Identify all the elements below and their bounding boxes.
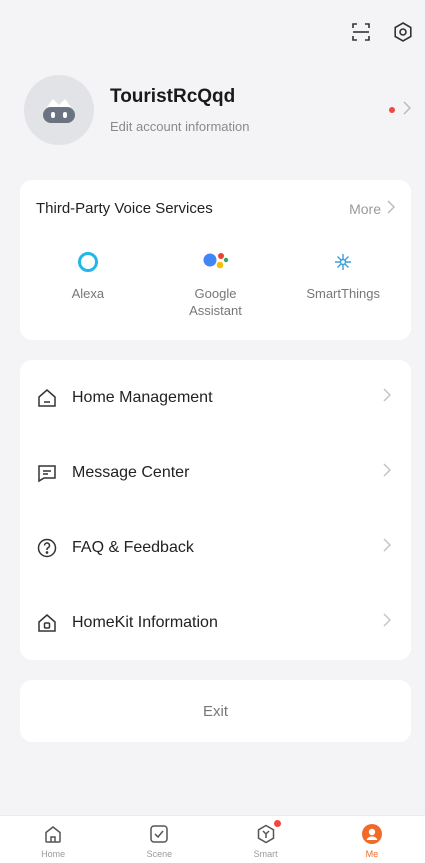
- voice-services-list: Alexa Google Assistant SmartThings: [20, 249, 411, 319]
- voice-service-label: Google Assistant: [189, 286, 242, 318]
- menu-item-label: FAQ & Feedback: [72, 538, 194, 556]
- voice-service-google-assistant[interactable]: Google Assistant: [152, 249, 280, 319]
- me-tab-icon: [361, 822, 383, 846]
- chevron-right-icon: [383, 463, 392, 482]
- profile-section[interactable]: TouristRcQqd Edit account information: [24, 72, 412, 148]
- homekit-icon: [36, 612, 58, 634]
- tab-me[interactable]: Me: [342, 822, 402, 859]
- smart-tab-icon: [255, 820, 281, 846]
- tab-label: Scene: [146, 849, 173, 859]
- tab-label: Me: [365, 849, 379, 859]
- tab-smart[interactable]: Smart: [236, 820, 296, 859]
- scene-tab-icon: [148, 822, 170, 846]
- voice-service-label: SmartThings: [306, 286, 381, 301]
- menu-item-home-management[interactable]: Home Management: [20, 360, 411, 435]
- exit-label: Exit: [202, 702, 228, 720]
- avatar[interactable]: [24, 75, 94, 145]
- tab-home[interactable]: Home: [23, 822, 83, 859]
- menu-item-homekit-information[interactable]: HomeKit Information: [20, 585, 411, 660]
- exit-button[interactable]: Exit: [20, 680, 411, 742]
- menu-item-message-center[interactable]: Message Center: [20, 435, 411, 510]
- message-icon: [36, 462, 58, 484]
- menu-item-label: Home Management: [72, 388, 213, 406]
- profile-name: TouristRcQqd: [110, 86, 236, 107]
- tab-label: Smart: [253, 849, 278, 859]
- smartthings-icon: [332, 249, 354, 275]
- voice-service-label: Alexa: [71, 286, 105, 301]
- edit-account-link[interactable]: Edit account information: [110, 119, 389, 134]
- chevron-right-icon: [383, 388, 392, 407]
- tab-label: Home: [41, 849, 66, 859]
- menu-item-faq-feedback[interactable]: FAQ & Feedback: [20, 510, 411, 585]
- more-label: More: [349, 200, 381, 217]
- chevron-right-icon[interactable]: [403, 100, 412, 120]
- voice-service-alexa[interactable]: Alexa: [24, 249, 152, 319]
- question-icon: [36, 537, 58, 559]
- menu-item-label: HomeKit Information: [72, 613, 218, 631]
- menu-card: Home Management Message Center FAQ & Fee…: [20, 360, 411, 660]
- smart-badge: [273, 820, 281, 827]
- voice-services-more-button[interactable]: More: [349, 200, 396, 217]
- notification-dot: [389, 107, 395, 113]
- voice-services-card: Third-Party Voice Services More Alexa Go…: [20, 180, 411, 340]
- alexa-icon: [76, 249, 100, 275]
- chevron-right-icon: [383, 538, 392, 557]
- voice-services-title: Third-Party Voice Services: [36, 200, 213, 217]
- voice-service-smartthings[interactable]: SmartThings: [279, 249, 407, 319]
- google-assistant-icon: [201, 249, 231, 275]
- chevron-right-icon: [383, 613, 392, 632]
- home-tab-icon: [42, 822, 64, 846]
- chevron-right-icon: [387, 200, 396, 217]
- profile-right: [389, 100, 412, 120]
- voice-services-header: Third-Party Voice Services More: [20, 180, 411, 217]
- tab-scene[interactable]: Scene: [129, 822, 189, 859]
- bottom-tab-bar: Home Scene Smart Me: [0, 815, 425, 863]
- settings-icon[interactable]: [391, 20, 415, 44]
- scan-icon[interactable]: [349, 20, 373, 44]
- menu-item-label: Message Center: [72, 463, 190, 481]
- home-icon: [36, 387, 58, 409]
- profile-text: TouristRcQqd Edit account information: [110, 86, 389, 134]
- top-bar: [349, 20, 415, 44]
